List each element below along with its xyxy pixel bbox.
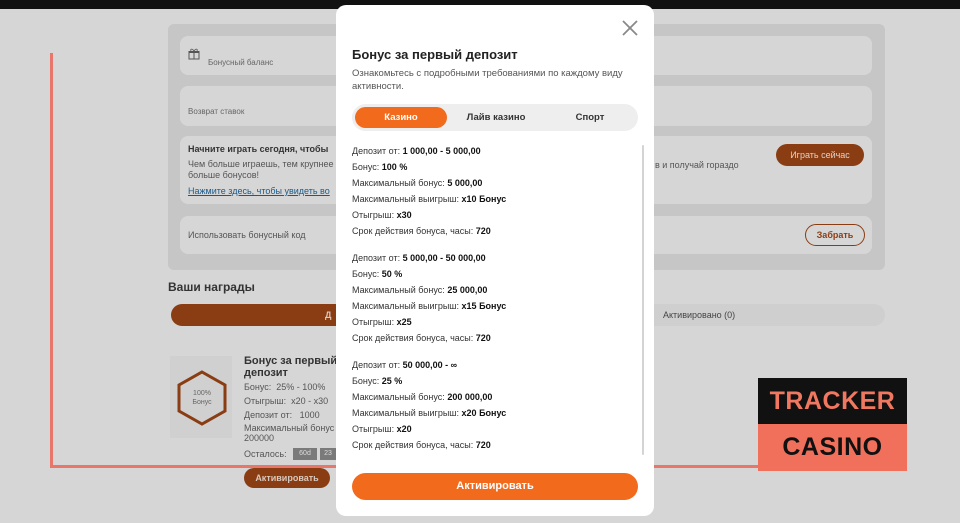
modal-subtitle: Ознакомьтесь с подробными требованиями п… (352, 68, 623, 92)
activity-tabs: Казино Лайв казино Спорт (352, 104, 638, 131)
promo-code-label: Использовать бонусный код (188, 230, 306, 240)
tab-sport[interactable]: Спорт (544, 107, 636, 128)
timer-tag-days: 60d (293, 448, 317, 460)
tier3-bonus-row: Бонус: 25 % (352, 376, 403, 386)
tier3-max-bonus-row: Максимальный бонус: 200 000,00 (352, 392, 493, 402)
tier-list[interactable]: Депозит от: 1 000,00 - 5 000,00 Бонус: 1… (352, 139, 640, 457)
tab-activated[interactable]: Активировано (0) (663, 310, 735, 320)
tier3-wager-row: Отыгрыш: x20 (352, 424, 412, 434)
tier1-validity-row: Срок действия бонуса, часы: 720 (352, 226, 491, 236)
tier2-max-win-row: Максимальный выигрыш: x15 Бонус (352, 301, 507, 311)
reward-deposit-row: Депозит от: 1000 (244, 410, 320, 420)
reward-bonus-row: Бонус: 25% - 100% (244, 382, 326, 392)
gift-icon (188, 48, 200, 60)
reward-wager-row: Отыгрыш: x20 - x30 (244, 396, 329, 406)
tab-live-casino[interactable]: Лайв казино (448, 107, 544, 128)
play-today-link[interactable]: Нажмите здесь, чтобы увидеть во (188, 186, 330, 196)
rewards-title: Ваши награды (168, 280, 255, 294)
timer-tag-hours: 23 (320, 448, 336, 460)
bonus-modal: Бонус за первый депозит Ознакомьтесь с п… (336, 5, 654, 516)
bonus-balance-label: Бонусный баланс (208, 58, 274, 67)
watermark-line-vertical (50, 53, 53, 468)
tab-casino[interactable]: Казино (355, 107, 447, 128)
tier1-bonus-row: Бонус: 100 % (352, 162, 408, 172)
reward-badge-text: 100% Бонус (192, 390, 212, 406)
tier2-deposit-row: Депозит от: 5 000,00 - 50 000,00 (352, 253, 486, 263)
tier2-validity-row: Срок действия бонуса, часы: 720 (352, 333, 491, 343)
tier1-max-bonus-row: Максимальный бонус: 5 000,00 (352, 178, 483, 188)
watermark-logo-top: TRACKER (758, 378, 907, 424)
play-today-title: Начните играть сегодня, чтобы (188, 144, 329, 154)
take-button[interactable]: Забрать (805, 224, 865, 246)
reward-max-bonus-value: 200000 (244, 433, 275, 443)
reward-activate-button[interactable]: Активировать (244, 468, 330, 488)
watermark-logo-bottom: CASINO (758, 424, 907, 471)
tier2-max-bonus-row: Максимальный бонус: 25 000,00 (352, 285, 488, 295)
tier3-deposit-row: Депозит от: 50 000,00 - ∞ (352, 360, 458, 370)
activate-button[interactable]: Активировать (352, 473, 638, 500)
tier1-deposit-row: Депозит от: 1 000,00 - 5 000,00 (352, 146, 481, 156)
play-now-button[interactable]: Играть сейчас (776, 144, 864, 166)
close-icon[interactable] (620, 18, 640, 38)
reward-remaining-label: Осталось: (244, 449, 287, 459)
play-today-right-text: в и получай гораздо (655, 160, 739, 170)
tier-list-scrollbar[interactable] (642, 145, 644, 455)
bet-refund-label: Возврат ставок (188, 107, 245, 116)
tier3-max-win-row: Максимальный выигрыш: x20 Бонус (352, 408, 507, 418)
tier1-max-win-row: Максимальный выигрыш: x10 Бонус (352, 194, 507, 204)
tier3-validity-row: Срок действия бонуса, часы: 720 (352, 440, 491, 450)
tier2-wager-row: Отыгрыш: x25 (352, 317, 412, 327)
tier2-bonus-row: Бонус: 50 % (352, 269, 403, 279)
tier1-wager-row: Отыгрыш: x30 (352, 210, 412, 220)
reward-title: Бонус за первый депозит (244, 355, 338, 379)
modal-title: Бонус за первый депозит (352, 47, 518, 62)
play-today-text: Чем больше играешь, тем крупнее больше б… (188, 159, 334, 180)
tab-available-label: Д (325, 310, 332, 320)
reward-max-bonus-label: Максимальный бонус (244, 423, 335, 433)
